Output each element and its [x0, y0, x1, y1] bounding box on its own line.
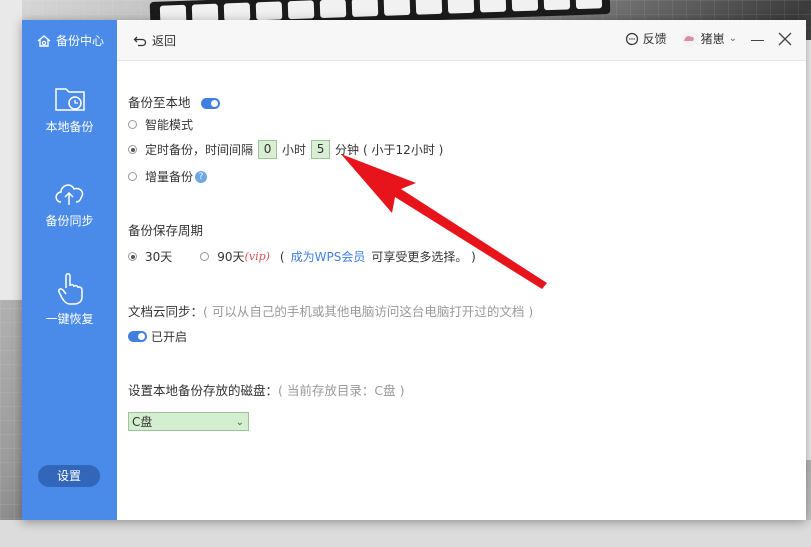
disk-select[interactable]: C盘 ⌄ — [128, 412, 249, 431]
cloud-sync-status[interactable]: 已开启 — [128, 328, 187, 345]
hand-pointer-icon — [57, 273, 83, 305]
minutes-input[interactable]: 5 — [311, 140, 331, 159]
paper-scrap — [0, 520, 811, 547]
user-menu[interactable]: 猪崽 ⌄ — [680, 30, 737, 47]
retention-90-radio[interactable] — [200, 252, 210, 261]
feedback-button[interactable]: 反馈 — [625, 30, 667, 47]
close-icon[interactable] — [778, 32, 792, 46]
smart-mode-radio[interactable] — [128, 120, 137, 129]
retention-30-radio[interactable] — [128, 252, 137, 261]
option-smart-mode[interactable]: 智能模式 — [128, 116, 193, 133]
timed-backup-radio[interactable] — [128, 145, 137, 154]
back-arrow-icon — [133, 36, 147, 46]
cloud-sync-title: 文档云同步：( 可以从自己的手机或其他电脑访问这台电脑打开过的文档 ) — [128, 304, 534, 319]
local-backup-toggle[interactable] — [200, 98, 220, 109]
minimize-icon[interactable] — [751, 40, 764, 41]
cloud-upload-icon — [54, 184, 83, 205]
chevron-down-icon: ⌄ — [235, 417, 244, 428]
help-icon[interactable]: ? — [195, 170, 208, 183]
retention-title: 备份保存周期 — [128, 223, 204, 238]
become-member-link[interactable]: 成为WPS会员 — [291, 248, 366, 265]
local-backup-section: 备份至本地 — [128, 92, 220, 111]
sidebar-item-local-backup[interactable]: 本地备份 — [22, 84, 117, 135]
sidebar-item-backup-sync[interactable]: 备份同步 — [22, 178, 117, 229]
avatar — [680, 30, 697, 47]
incremental-backup-radio[interactable] — [128, 172, 137, 181]
retention-options: 30天 90天 (vip) ( 成为WPS会员 可享受更多选择。 ) — [128, 248, 476, 265]
folder-clock-icon — [54, 88, 85, 111]
sidebar-title: 备份中心 — [36, 32, 104, 49]
hours-input[interactable]: 0 — [258, 140, 278, 159]
cloud-sync-toggle[interactable] — [128, 331, 147, 342]
top-bar: 返回 反馈 猪崽 ⌄ — [117, 20, 806, 61]
option-timed-backup[interactable]: 定时备份，时间间隔 0 小时 5 分钟 ( 小于12小时 ) — [128, 140, 443, 159]
home-icon — [37, 34, 51, 47]
vip-tag: (vip) — [244, 250, 270, 263]
paper-scrap — [0, 0, 22, 300]
disk-title: 设置本地备份存放的磁盘：( 当前存放目录：C盘 ) — [128, 383, 405, 398]
sidebar: 备份中心 本地备份 备份同步 一键恢复 设置 — [22, 20, 117, 520]
chat-bubble-icon — [625, 32, 638, 45]
chevron-down-icon: ⌄ — [728, 33, 737, 44]
option-incremental-backup[interactable]: 增量备份 ? — [128, 168, 208, 185]
sidebar-item-one-click-restore[interactable]: 一键恢复 — [22, 270, 117, 327]
settings-button[interactable]: 设置 — [38, 465, 100, 487]
back-button[interactable]: 返回 — [133, 32, 176, 49]
top-right-controls: 反馈 猪崽 ⌄ — [625, 30, 792, 47]
